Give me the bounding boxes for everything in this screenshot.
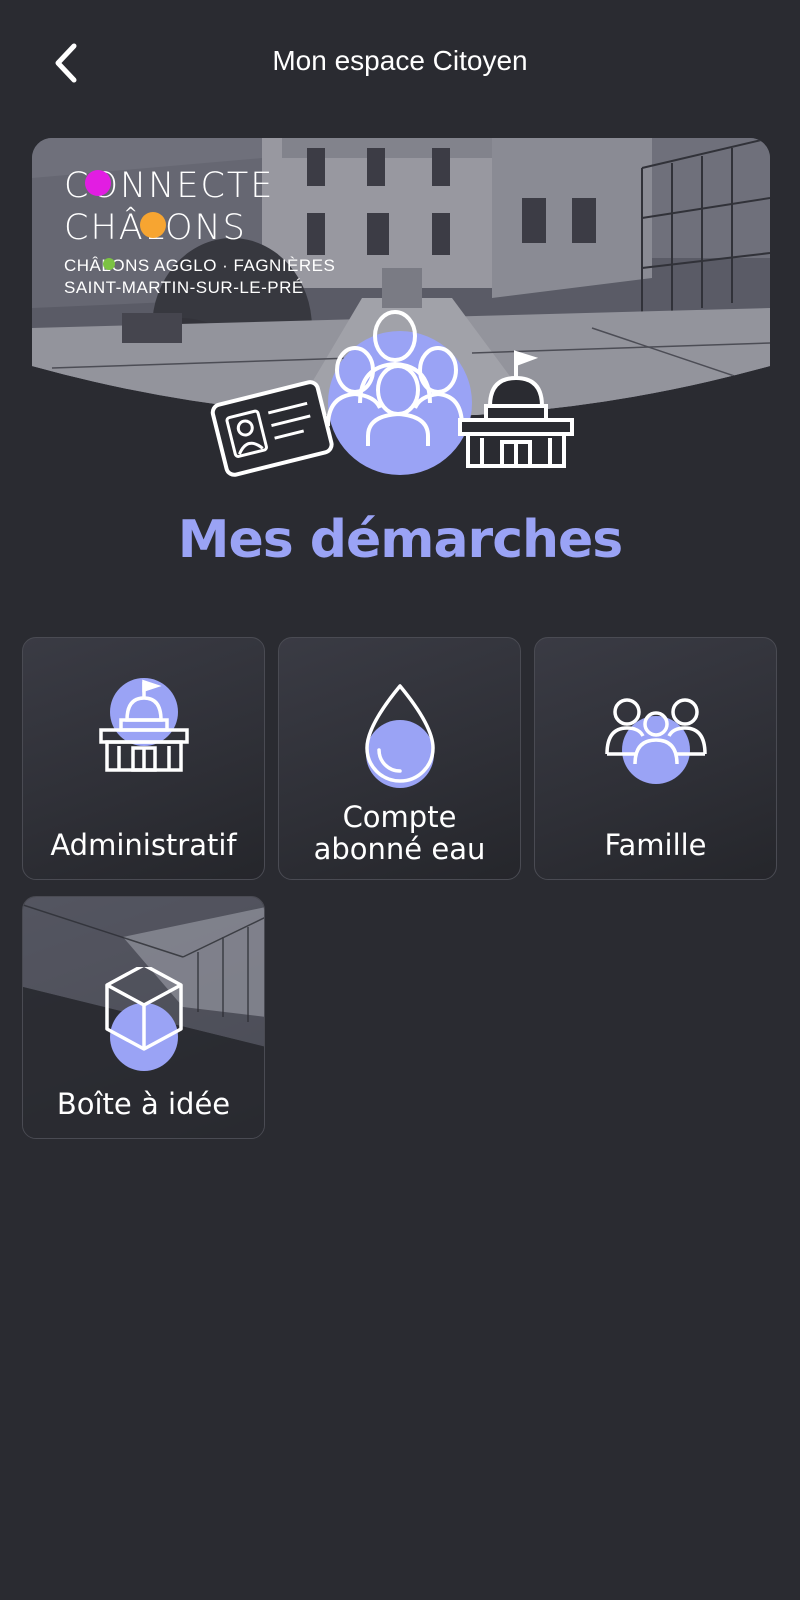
tile-administratif[interactable]: Administratif — [22, 637, 265, 880]
section-title: Mes démarches — [177, 510, 624, 570]
citizen-illustration — [210, 310, 574, 477]
city-hall-icon — [99, 678, 189, 772]
tile-label: Administratif — [50, 828, 237, 862]
logo-line2: CHÂLONS — [64, 207, 335, 249]
logo-dot-orange — [140, 212, 166, 238]
city-hall-icon — [458, 350, 574, 468]
logo-dot-magenta — [85, 170, 111, 196]
tile-famille[interactable]: Famille — [534, 637, 777, 880]
page-title: Mon espace Citoyen — [272, 45, 528, 76]
tile-boite-a-idee[interactable]: Boîte à idée — [22, 896, 265, 1139]
logo-dot-green — [103, 258, 115, 270]
family-icon — [605, 698, 707, 784]
top-bar: Mon espace Citoyen — [0, 0, 800, 130]
tile-label: Boîte à idée — [56, 1087, 231, 1121]
water-drop-icon — [365, 684, 435, 788]
id-card-icon — [210, 380, 334, 477]
tile-label: Compte abonné eau — [313, 800, 486, 866]
tile-compte-abonne-eau[interactable]: Compte abonné eau — [278, 637, 521, 880]
idea-box-icon — [105, 967, 183, 1071]
tile-label: Famille — [604, 828, 707, 862]
logo-subtitle-2: SAINT-MARTIN-SUR-LE-PRÉ — [64, 278, 304, 297]
